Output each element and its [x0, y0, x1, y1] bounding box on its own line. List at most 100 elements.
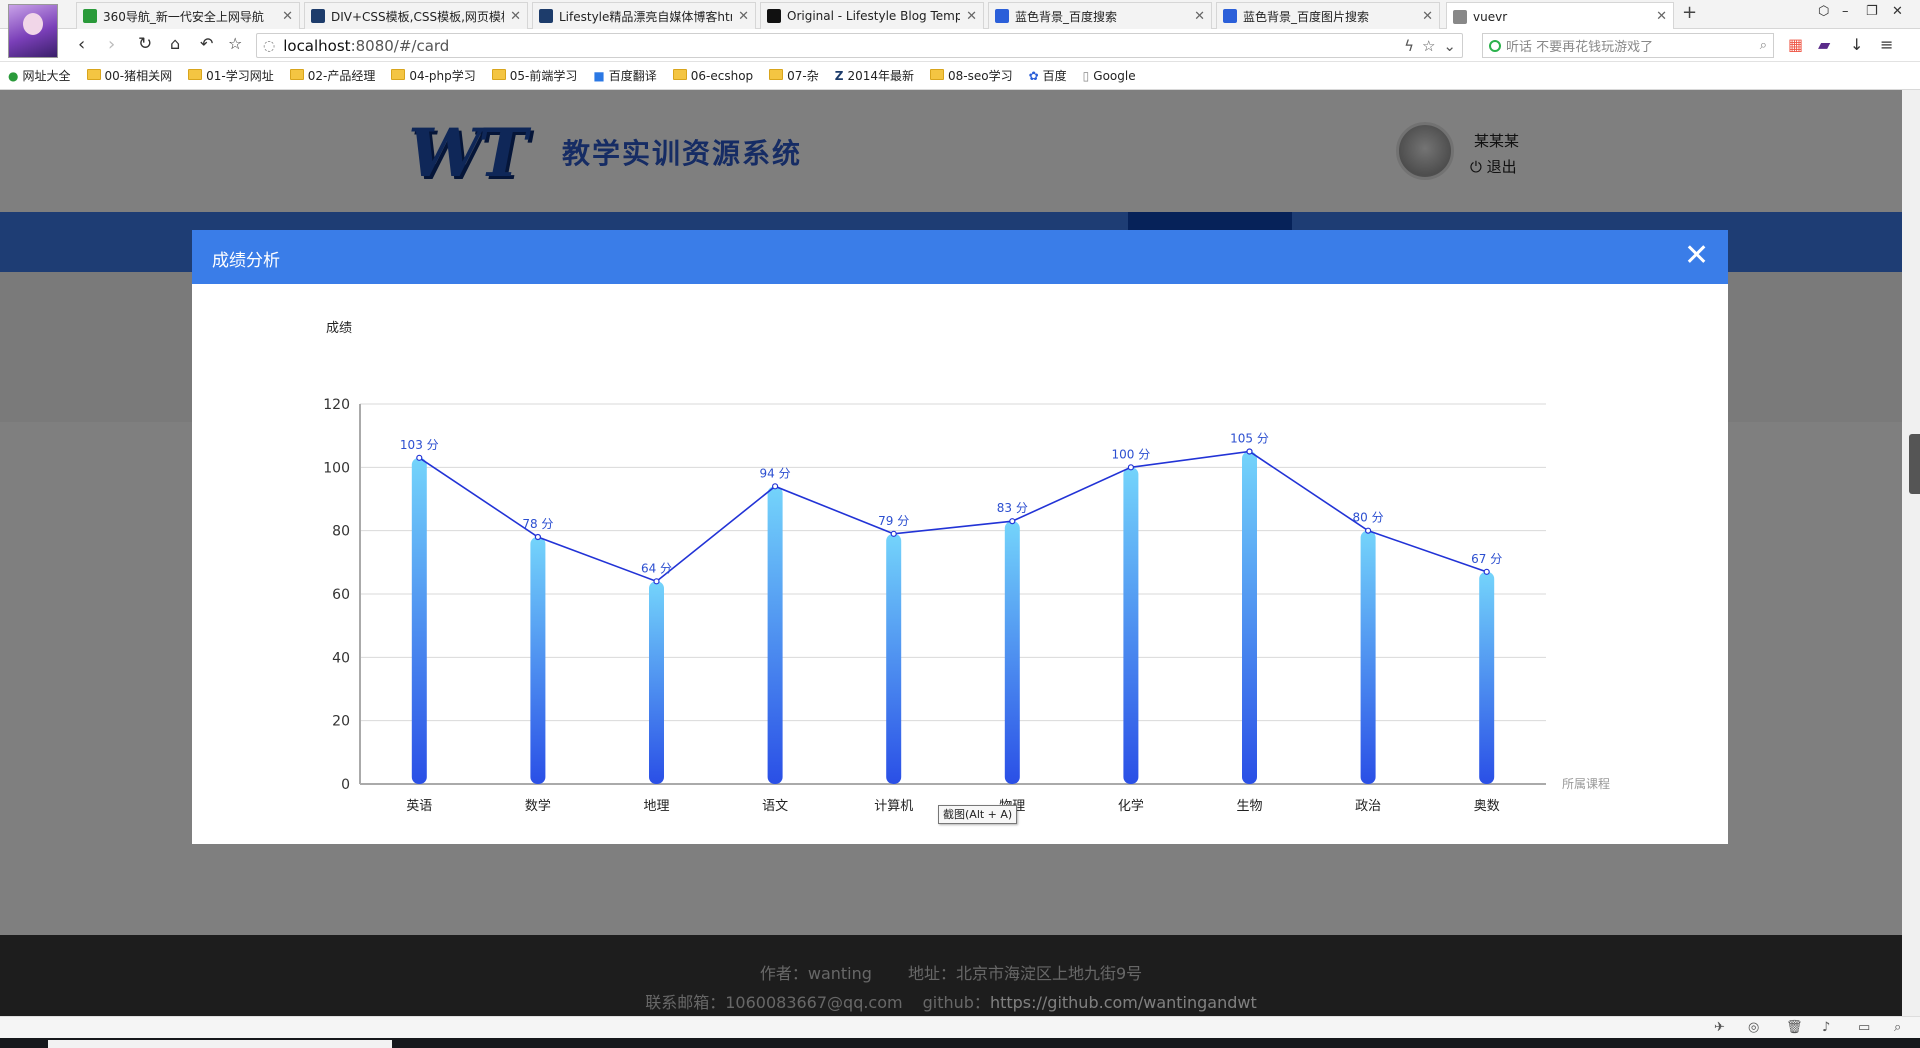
shirt-icon[interactable]: ⬡	[1818, 4, 1829, 19]
forward-icon[interactable]: ›	[108, 34, 115, 55]
y-tick-label: 100	[323, 460, 350, 476]
screenshot-tooltip: 截图(Alt + A)	[938, 805, 1018, 824]
bookmark-item[interactable]: ■ 百度翻译	[593, 67, 656, 84]
url-input[interactable]: ◌ localhost:8080/#/card ϟ ☆ ⌄	[256, 33, 1463, 58]
y-tick-label: 120	[323, 397, 350, 413]
x-tick-label: 英语	[406, 799, 432, 814]
tab-title: 蓝色背景_百度图片搜索	[1243, 9, 1370, 24]
maximize-icon[interactable]: ❐	[1866, 4, 1878, 19]
folder-icon	[930, 68, 945, 83]
chevron-down-icon[interactable]: ⌄	[1443, 37, 1456, 55]
x-tick-label: 语文	[762, 799, 788, 814]
360-icon: ●	[8, 68, 19, 83]
folder-icon	[188, 68, 203, 83]
modal-title: 成绩分析	[212, 251, 280, 271]
browser-tab[interactable]: 360导航_新一代安全上网导航 ✕	[76, 2, 300, 29]
bar	[1004, 521, 1020, 784]
bookmarks-bar: ● 网址大全 00-猪相关网 01-学习网址 02-产品经理 04-php学习 05-前端学…	[0, 62, 1920, 90]
bookmark-item[interactable]: ✿ 百度	[1029, 67, 1067, 84]
bookmark-star-icon[interactable]: ☆	[1422, 37, 1435, 55]
tab-close-icon[interactable]: ✕	[738, 9, 749, 24]
bookmark-item[interactable]: 07-杂	[769, 67, 819, 84]
bookmark-label: 04-php学习	[409, 69, 476, 83]
close-icon[interactable]: ✕	[1684, 241, 1709, 271]
bookmark-item[interactable]: 06-ecshop	[672, 68, 754, 83]
bar	[1123, 467, 1139, 784]
bookmark-item[interactable]: 04-php学习	[391, 67, 476, 84]
data-label: 79 分	[878, 514, 909, 528]
bookmark-label: Google	[1093, 68, 1136, 83]
url-path: :8080/#/card	[350, 36, 450, 55]
o-icon	[767, 9, 781, 23]
browser-tab[interactable]: vuevr ✕	[1446, 2, 1674, 30]
search-placeholder: 听话 不要再花钱玩游戏了	[1506, 40, 1654, 55]
line-point	[1009, 518, 1016, 525]
url-host: localhost	[283, 36, 351, 55]
window-icon[interactable]: ▭	[1858, 1020, 1870, 1035]
tab-close-icon[interactable]: ✕	[282, 9, 293, 24]
x-tick-label: 化学	[1118, 798, 1144, 814]
page-scrollbar[interactable]	[1902, 90, 1920, 1016]
y-axis-label: 成绩	[326, 321, 352, 336]
bookmark-item[interactable]: ▯ Google	[1083, 69, 1136, 83]
bookmark-item[interactable]: Z 2014年最新	[835, 67, 914, 84]
minimize-icon[interactable]: –	[1842, 4, 1849, 19]
score-analysis-modal: 成绩分析 ✕ 020406080100120成绩所属课程英语数学地理语文计算机物…	[192, 230, 1728, 844]
tab-close-icon[interactable]: ✕	[510, 9, 521, 24]
bookmark-item[interactable]: ● 网址大全	[8, 67, 71, 84]
favorite-icon[interactable]: ☆	[228, 34, 242, 53]
browser-status-bar: ✈ ◎ 🗑 ♪ ▭ ⌕	[0, 1016, 1920, 1038]
apps-icon[interactable]: ▦	[1788, 35, 1803, 54]
modal-header: 成绩分析 ✕	[192, 230, 1728, 284]
tab-close-icon[interactable]: ✕	[1422, 9, 1433, 24]
line-point	[1364, 527, 1372, 534]
browser-tab[interactable]: Original - Lifestyle Blog Temp ✕	[760, 2, 984, 29]
undo-icon[interactable]: ↶	[200, 34, 213, 53]
bookmark-label: 06-ecshop	[690, 68, 754, 83]
x-tick-label: 政治	[1355, 799, 1381, 814]
taskbar-item[interactable]	[48, 1040, 392, 1048]
menu-icon[interactable]: ≡	[1880, 35, 1893, 54]
line-point	[771, 483, 779, 490]
bookmark-item[interactable]: 01-学习网址	[188, 67, 274, 84]
bar	[530, 537, 546, 784]
window-close-icon[interactable]: ✕	[1892, 4, 1903, 19]
new-tab-button[interactable]: +	[1682, 2, 1697, 23]
side-widget-handle[interactable]	[1909, 434, 1920, 494]
browser-tab[interactable]: 蓝色背景_百度图片搜索 ✕	[1216, 2, 1440, 29]
profile-avatar[interactable]	[8, 4, 58, 58]
bookmark-item[interactable]: 02-产品经理	[289, 67, 375, 84]
address-bar-row: ‹ › ↻ ⌂ ↶ ☆ ◌ localhost:8080/#/card ϟ ☆ …	[0, 29, 1920, 62]
back-icon[interactable]: ‹	[78, 34, 85, 55]
bookmark-item[interactable]: 08-seo学习	[930, 67, 1013, 84]
tab-close-icon[interactable]: ✕	[1194, 9, 1205, 24]
bookmark-item[interactable]: 00-猪相关网	[86, 67, 172, 84]
lightning-icon[interactable]: ϟ	[1404, 37, 1414, 55]
folder-icon	[289, 68, 304, 83]
tab-close-icon[interactable]: ✕	[1656, 9, 1667, 24]
reload-icon[interactable]: ↻	[138, 34, 152, 54]
home-icon[interactable]: ⌂	[170, 34, 180, 53]
tab-close-icon[interactable]: ✕	[966, 9, 977, 24]
search-input[interactable]: 听话 不要再花钱玩游戏了 ⌕	[1482, 33, 1774, 58]
bookmark-item[interactable]: 05-前端学习	[491, 67, 577, 84]
extension-icon[interactable]: ▰	[1818, 35, 1830, 54]
browser-tab[interactable]: DIV+CSS模板,CSS模板,网页模板 ✕	[304, 2, 528, 29]
page-icon: ▯	[1082, 68, 1090, 83]
line-point	[1483, 568, 1490, 575]
zoom-icon[interactable]: ⌕	[1894, 1020, 1901, 1035]
browser-tab-bar: 360导航_新一代安全上网导航 ✕ DIV+CSS模板,CSS模板,网页模板 ✕ Lif…	[0, 0, 1920, 58]
line-point	[416, 454, 423, 461]
y-tick-label: 0	[341, 777, 350, 793]
trash-icon[interactable]: 🗑	[1786, 1020, 1803, 1035]
volume-icon[interactable]: ♪	[1822, 1020, 1830, 1035]
browser-tab[interactable]: Lifestyle精品漂亮自媒体博客htm ✕	[532, 2, 756, 29]
accelerate-icon[interactable]: ◎	[1748, 1020, 1759, 1035]
download-icon[interactable]: ↓	[1850, 35, 1863, 54]
line-point	[1246, 448, 1253, 455]
bookmark-label: 07-杂	[787, 69, 819, 83]
search-icon[interactable]: ⌕	[1760, 38, 1767, 53]
bookmark-label: 百度	[1042, 69, 1067, 83]
browser-tab[interactable]: 蓝色背景_百度搜索 ✕	[988, 2, 1212, 29]
pin-icon[interactable]: ✈	[1714, 1020, 1725, 1035]
